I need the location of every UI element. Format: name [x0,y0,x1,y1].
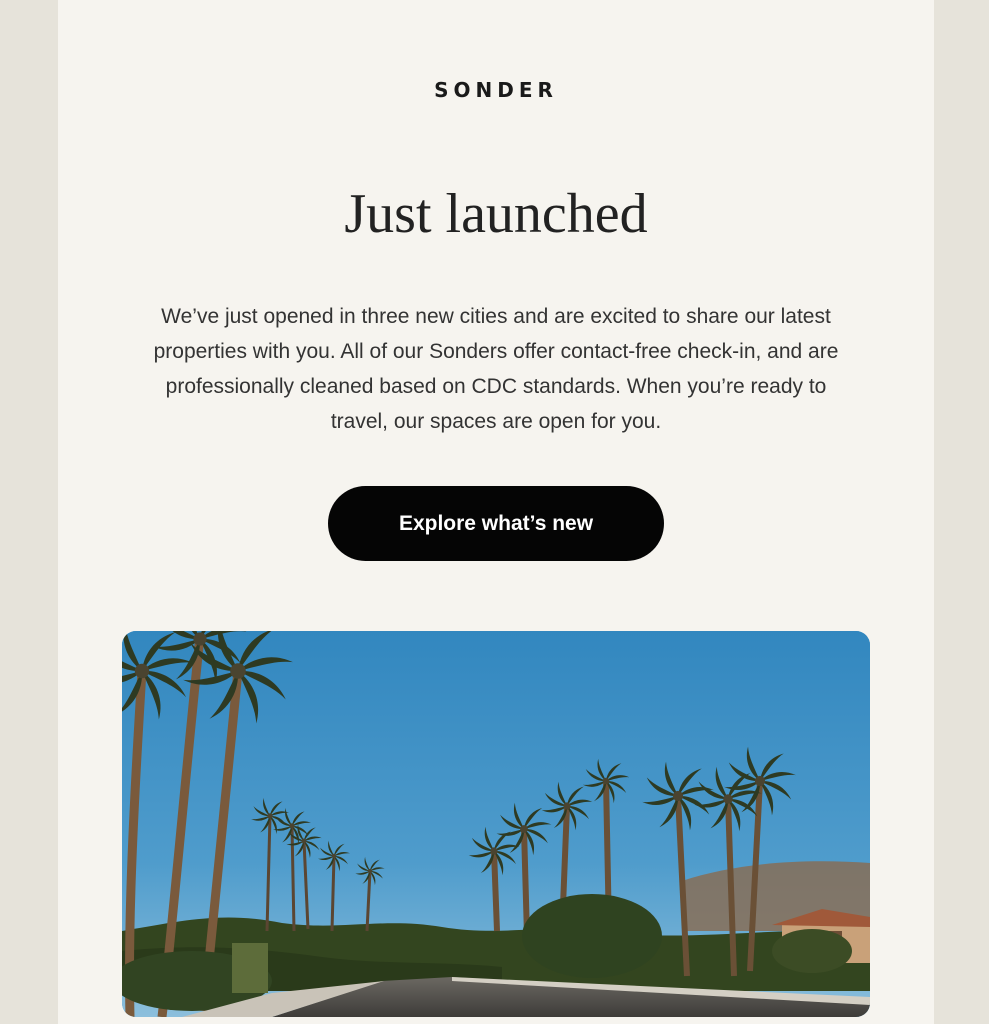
palm-street-illustration [122,631,870,1017]
email-card: SONDER Just launched We’ve just opened i… [58,0,934,1024]
body-copy: We’ve just opened in three new cities an… [153,305,839,433]
hero-image[interactable] [122,631,870,1017]
headline: Just launched [344,183,648,245]
explore-button[interactable]: Explore what’s new [328,486,664,561]
brand-logo[interactable]: SONDER [58,78,934,102]
